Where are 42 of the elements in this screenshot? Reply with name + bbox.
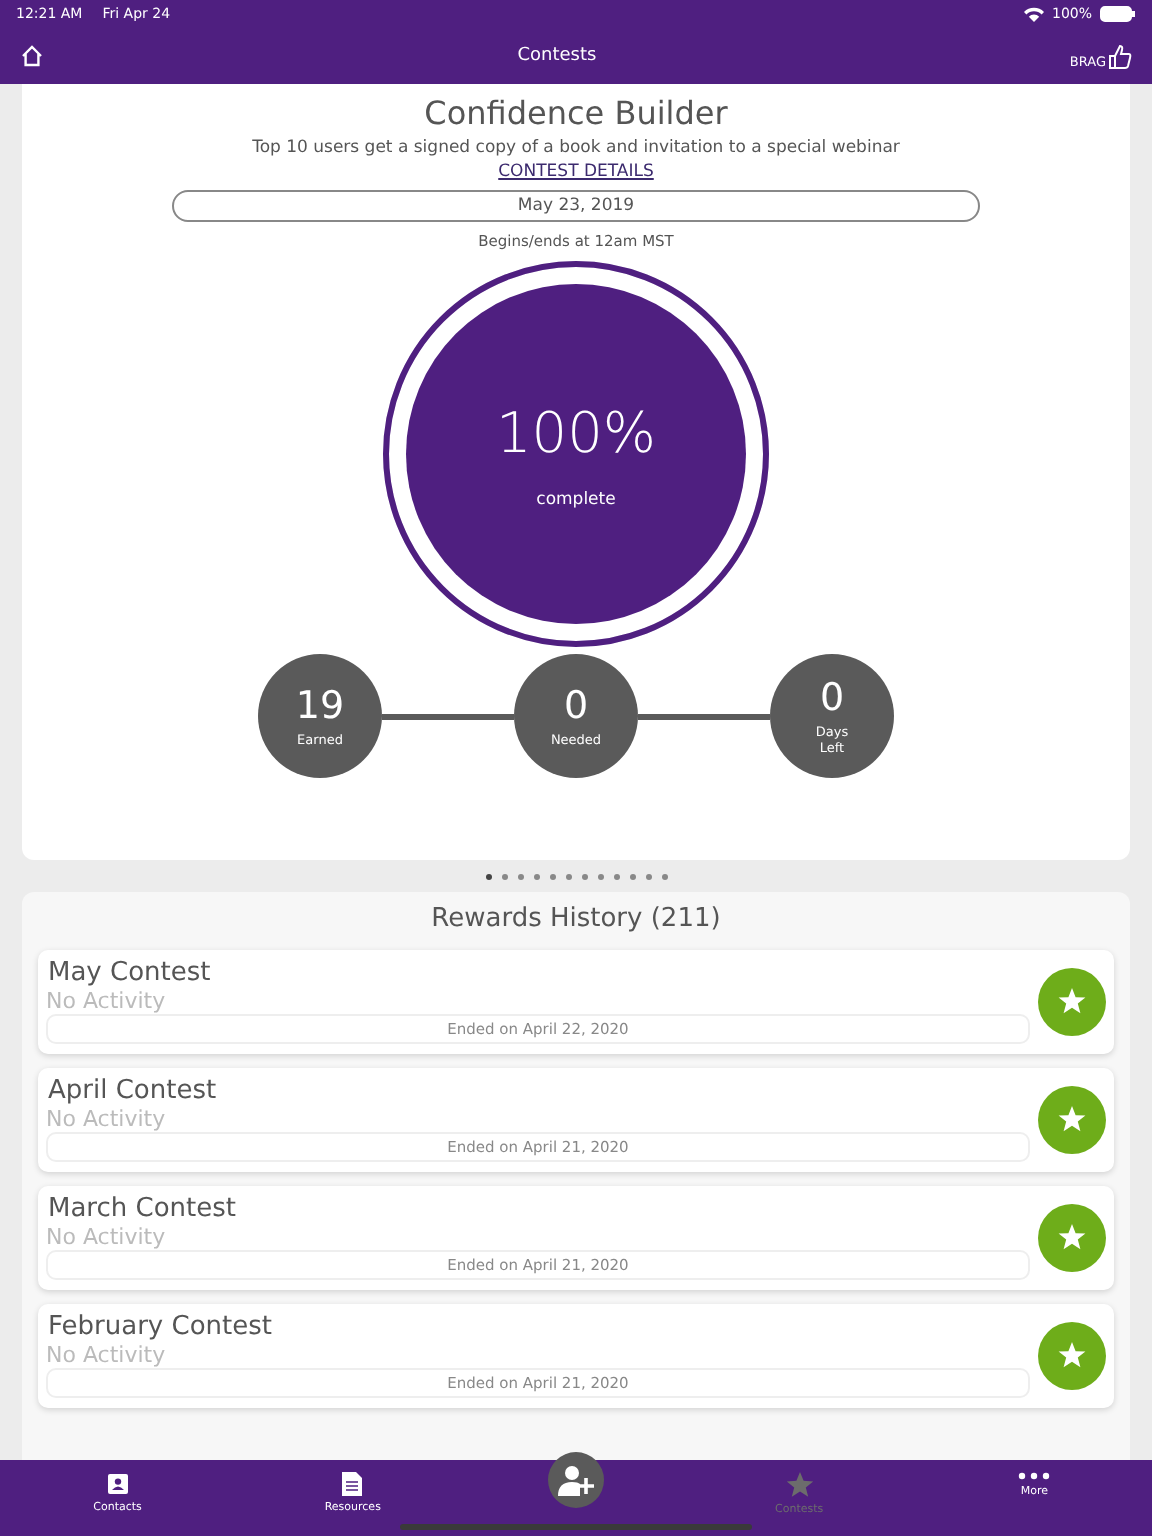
contest-title: Confidence Builder [424,94,728,132]
activity-text: No Activity [46,989,168,1012]
star-badge-icon [1038,1086,1106,1154]
page-dot[interactable] [597,873,603,879]
star-icon [785,1472,814,1498]
star-badge-icon [1038,968,1106,1036]
battery-icon [1100,6,1136,22]
page-dot[interactable] [517,873,523,879]
add-contact-button[interactable] [547,1452,604,1508]
page-dot[interactable] [581,873,587,879]
contest-description: Top 10 users get a signed copy of a book and invitation to a special webinar [252,138,900,158]
percent-label: complete [536,489,616,509]
add-person-icon [557,1464,594,1496]
star-badge-icon [1038,1204,1106,1272]
activity-text: No Activity [46,1225,168,1248]
activity-text: No Activity [46,1343,168,1366]
percent-value: 100% [495,399,657,465]
home-icon[interactable] [20,44,44,68]
contact-card-icon [105,1472,130,1496]
contest-details-link[interactable]: CONTEST DETAILS [498,162,654,182]
page-dot[interactable] [501,873,507,879]
rewards-title: Rewards History (211) [429,904,723,934]
document-icon [342,1472,363,1496]
page-title: Contests [517,46,597,66]
page-dot[interactable] [549,873,555,879]
page-dot[interactable] [565,873,571,879]
wifi-icon [1023,6,1044,22]
more-icon [1018,1472,1051,1480]
page-dot[interactable] [661,873,667,879]
page-dot[interactable] [533,873,539,879]
activity-text: No Activity [46,1107,168,1130]
contest-name: May Contest [46,960,213,990]
contest-name: March Contest [46,1196,238,1226]
star-badge-icon [1038,1322,1106,1390]
thumbs-up-icon [1108,43,1132,69]
page-dot[interactable] [485,873,491,879]
contest-date: May 23, 2019 [172,190,980,222]
contest-name: February Contest [46,1314,274,1344]
page-dot[interactable] [613,873,619,879]
page-dot[interactable] [629,873,635,879]
page-dot[interactable] [645,873,651,879]
contest-name: April Contest [46,1078,219,1108]
